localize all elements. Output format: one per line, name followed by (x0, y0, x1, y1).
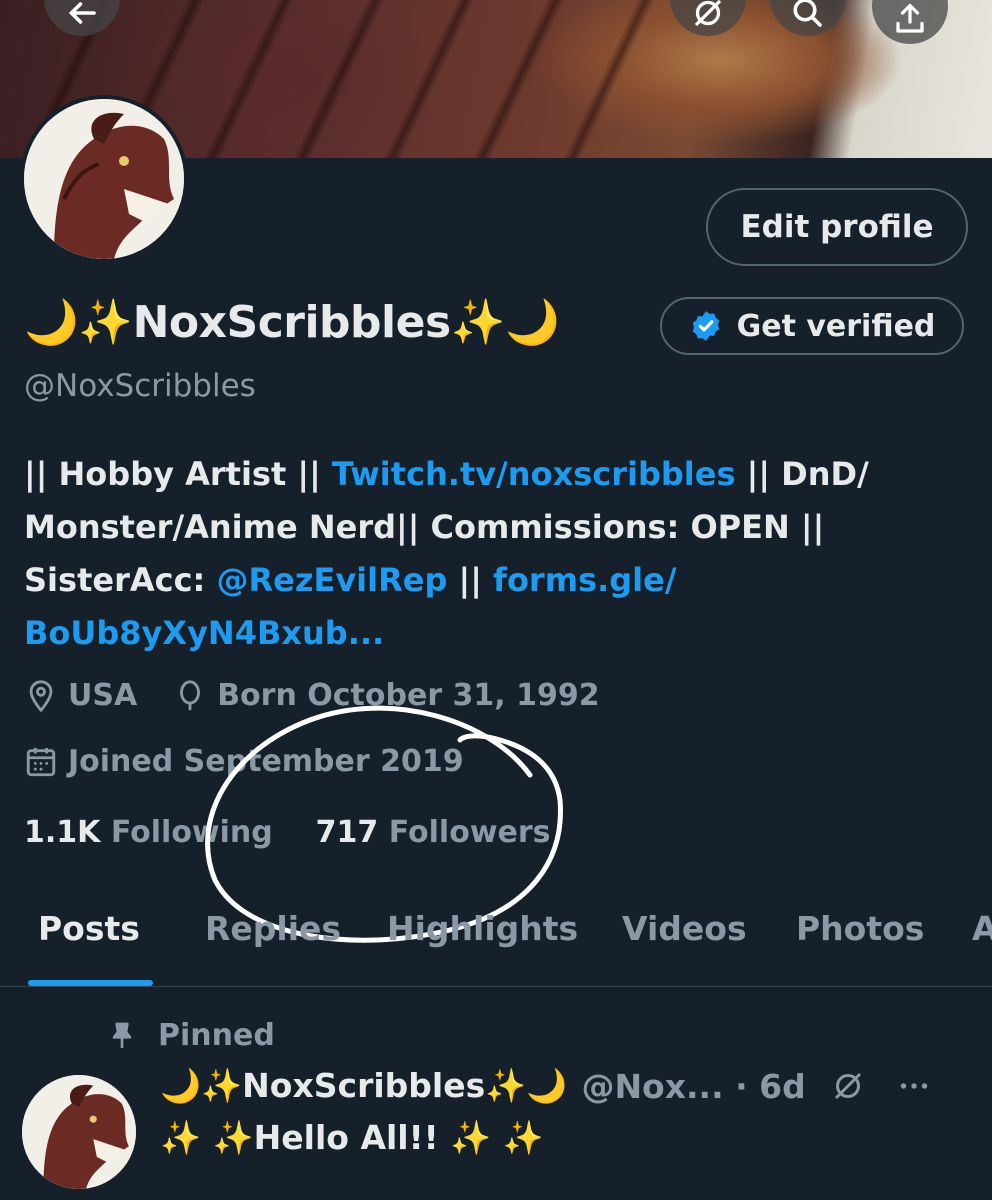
share-icon (896, 3, 924, 33)
tab-posts[interactable]: Posts (38, 909, 140, 948)
born-text: Born October 31, 1992 (217, 678, 600, 713)
location-text: USA (68, 678, 138, 713)
post-handle-time: @Nox... · 6d (581, 1066, 806, 1106)
dragon-avatar-image (24, 99, 184, 259)
follow-counts: 1.1K Following 717 Followers (24, 815, 551, 850)
calendar-icon (26, 747, 56, 776)
get-verified-button[interactable]: Get verified (660, 297, 964, 355)
profile-meta-row-2: Joined September 2019 (24, 744, 500, 779)
get-verified-label: Get verified (736, 308, 936, 344)
search-icon (793, 0, 822, 27)
post-author-name[interactable]: 🌙✨NoxScribbles✨🌙 (160, 1066, 567, 1106)
back-arrow-icon (68, 2, 96, 24)
twitch-link[interactable]: Twitch.tv/noxscribbles (332, 455, 736, 493)
location-item: USA (24, 678, 137, 713)
profile-meta-row-1: USA Born October 31, 1992 (24, 678, 636, 713)
bio-text-1: || Hobby Artist || (24, 455, 332, 493)
joined-text: Joined September 2019 (68, 744, 464, 779)
followers-count: 717 (315, 815, 379, 850)
tab-photos[interactable]: Photos (796, 909, 924, 948)
grok-icon (694, 0, 722, 27)
pinned-indicator: Pinned (106, 1018, 275, 1053)
balloon-icon (180, 679, 201, 710)
tab-articles[interactable]: A (972, 909, 992, 948)
followers-link[interactable]: 717 Followers (316, 815, 551, 850)
pin-icon (112, 1022, 132, 1048)
more-icon[interactable] (894, 1068, 934, 1104)
born-item: Born October 31, 1992 (173, 678, 600, 713)
followers-label: Followers (388, 815, 551, 850)
dragon-avatar-image (22, 1075, 136, 1189)
edit-profile-label: Edit profile (740, 209, 934, 245)
display-name: 🌙✨NoxScribbles✨🌙 (24, 297, 560, 348)
location-icon (29, 679, 53, 712)
profile-handle: @NoxScribbles (24, 368, 256, 404)
tab-videos[interactable]: Videos (622, 909, 747, 948)
profile-tabs: Posts Replies Highlights Videos Photos A (0, 895, 992, 987)
following-label: Following (110, 815, 273, 850)
following-count: 1.1K (24, 815, 101, 850)
active-tab-indicator (28, 980, 153, 986)
profile-bio: || Hobby Artist || Twitch.tv/noxscribble… (24, 448, 954, 660)
following-link[interactable]: 1.1K Following (24, 815, 283, 850)
profile-avatar[interactable] (20, 95, 188, 263)
bio-text-3: || (447, 561, 494, 599)
verified-badge-icon (692, 311, 719, 341)
joined-item: Joined September 2019 (24, 744, 464, 779)
grok-small-icon[interactable] (830, 1068, 866, 1104)
sister-account-link[interactable]: @RezEvilRep (216, 561, 447, 599)
tab-replies[interactable]: Replies (205, 909, 341, 948)
edit-profile-button[interactable]: Edit profile (706, 188, 968, 266)
tab-highlights[interactable]: Highlights (387, 909, 578, 948)
post-text: ✨ ✨Hello All!! ✨ ✨ (160, 1118, 544, 1157)
pinned-label: Pinned (158, 1018, 275, 1053)
post-header: 🌙✨NoxScribbles✨🌙 @Nox... · 6d (160, 1066, 934, 1106)
post-avatar[interactable] (22, 1075, 136, 1189)
